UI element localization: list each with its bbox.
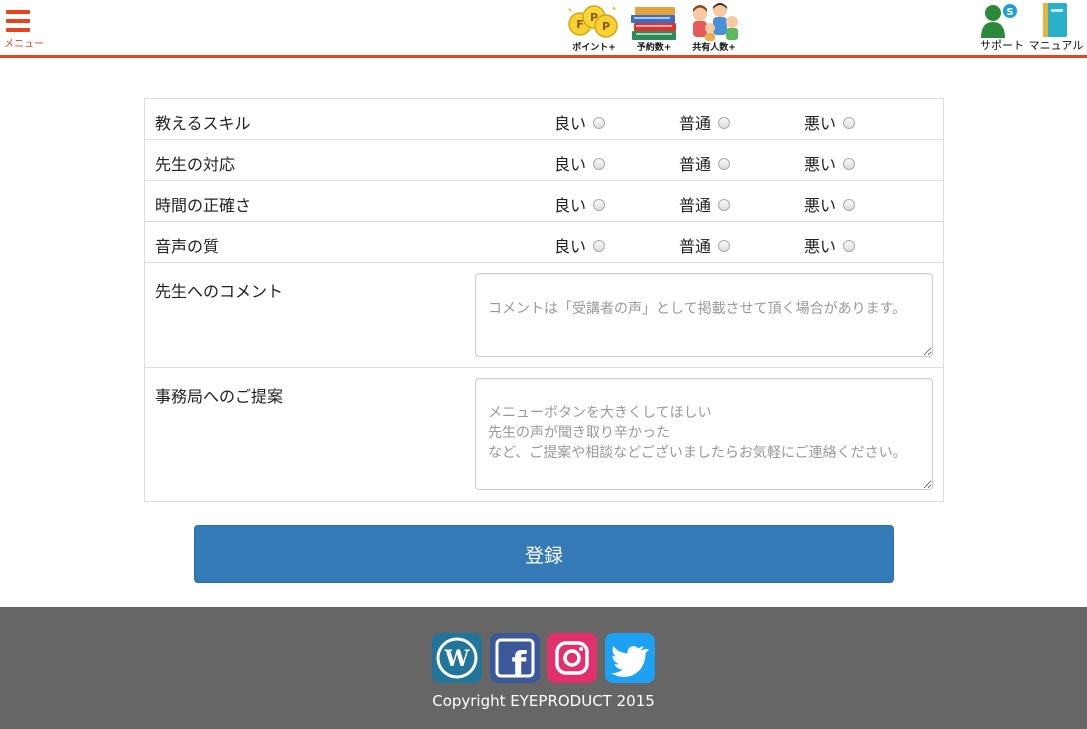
submit-button[interactable]: 登録 [194,525,894,583]
rating-row-audio-quality: 音声の質 良い 普通 悪い [145,222,943,263]
radio-circle[interactable] [593,198,606,211]
instagram-icon[interactable] [547,633,597,683]
comment-label: 先生へのコメント [155,282,284,301]
svg-text:F: F [576,18,584,31]
rating-label: 先生の対応 [155,155,236,174]
radio-normal[interactable]: 普通 [679,151,731,175]
rating-label: 教えるスキル [155,114,251,133]
radio-circle[interactable] [718,157,731,170]
support-label: サポート [980,39,1024,52]
share-plus-label: 共有人数+ [692,43,736,53]
coin-icon: F P P [568,5,618,38]
reservation-plus-button[interactable]: 予約数+ [626,0,682,56]
wordpress-icon[interactable]: W [432,633,482,683]
radio-good[interactable]: 良い [554,233,606,257]
evaluation-form: 教えるスキル 良い 普通 悪い 先生の対応 良い 普通 悪い 時間の正確さ 良い… [144,98,944,502]
footer: W f Copyright EYEPRODUCT 2015 [0,607,1087,729]
comment-textarea[interactable] [475,273,933,357]
radio-circle[interactable] [718,198,731,211]
rating-label: 音声の質 [155,237,220,256]
header-right-icons: S サポート マニュアル [977,0,1087,56]
manual-button[interactable]: マニュアル [1027,0,1085,56]
radio-normal[interactable]: 普通 [679,192,731,216]
menu-label: メニュー [4,39,44,50]
radio-circle[interactable] [843,116,856,129]
header-center-icons: F P P ポイント+ 予約数+ 共有人数+ [566,0,742,56]
menu-button[interactable]: メニュー [4,7,48,50]
point-plus-label: ポイント+ [572,43,616,53]
svg-text:P: P [602,20,610,33]
suggestion-label: 事務局へのご提案 [155,387,284,406]
svg-text:f: f [512,645,528,683]
point-plus-button[interactable]: F P P ポイント+ [566,0,622,56]
comment-row: 先生へのコメント [145,263,943,368]
facebook-icon[interactable]: f [490,633,540,685]
radio-circle[interactable] [593,157,606,170]
radio-bad[interactable]: 悪い [804,233,856,257]
radio-good[interactable]: 良い [554,192,606,216]
rating-row-teacher-response: 先生の対応 良い 普通 悪い [145,140,943,181]
radio-circle[interactable] [718,239,731,252]
radio-bad[interactable]: 悪い [804,151,856,175]
radio-circle[interactable] [843,239,856,252]
rating-row-punctuality: 時間の正確さ 良い 普通 悪い [145,181,943,222]
radio-bad[interactable]: 悪い [804,110,856,134]
svg-text:S: S [1006,7,1013,18]
svg-text:P: P [590,11,598,24]
manual-label: マニュアル [1028,39,1084,52]
support-button[interactable]: S サポート [977,0,1027,56]
reservation-plus-label: 予約数+ [636,43,672,53]
radio-circle[interactable] [843,157,856,170]
radio-circle[interactable] [843,198,856,211]
rating-row-teaching-skill: 教えるスキル 良い 普通 悪い [145,99,943,140]
radio-normal[interactable]: 普通 [679,233,731,257]
suggestion-row: 事務局へのご提案 [145,368,943,501]
twitter-icon[interactable] [605,633,655,683]
support-person-icon: S [981,4,1017,38]
share-plus-button[interactable]: 共有人数+ [686,0,742,56]
header: メニュー F P P ポイント+ 予約数+ 共有人数+ S サポート マニュアル [0,0,1087,58]
radio-good[interactable]: 良い [554,110,606,134]
radio-circle[interactable] [718,116,731,129]
radio-circle[interactable] [593,239,606,252]
radio-normal[interactable]: 普通 [679,110,731,134]
manual-book-icon [1043,3,1067,37]
svg-text:W: W [444,646,470,672]
rating-label: 時間の正確さ [155,196,252,215]
books-icon [631,7,676,40]
hamburger-icon [6,10,30,32]
suggestion-textarea[interactable] [475,378,933,490]
family-icon [693,3,738,41]
radio-bad[interactable]: 悪い [804,192,856,216]
radio-circle[interactable] [593,116,606,129]
copyright-text: Copyright EYEPRODUCT 2015 [432,692,655,710]
radio-good[interactable]: 良い [554,151,606,175]
